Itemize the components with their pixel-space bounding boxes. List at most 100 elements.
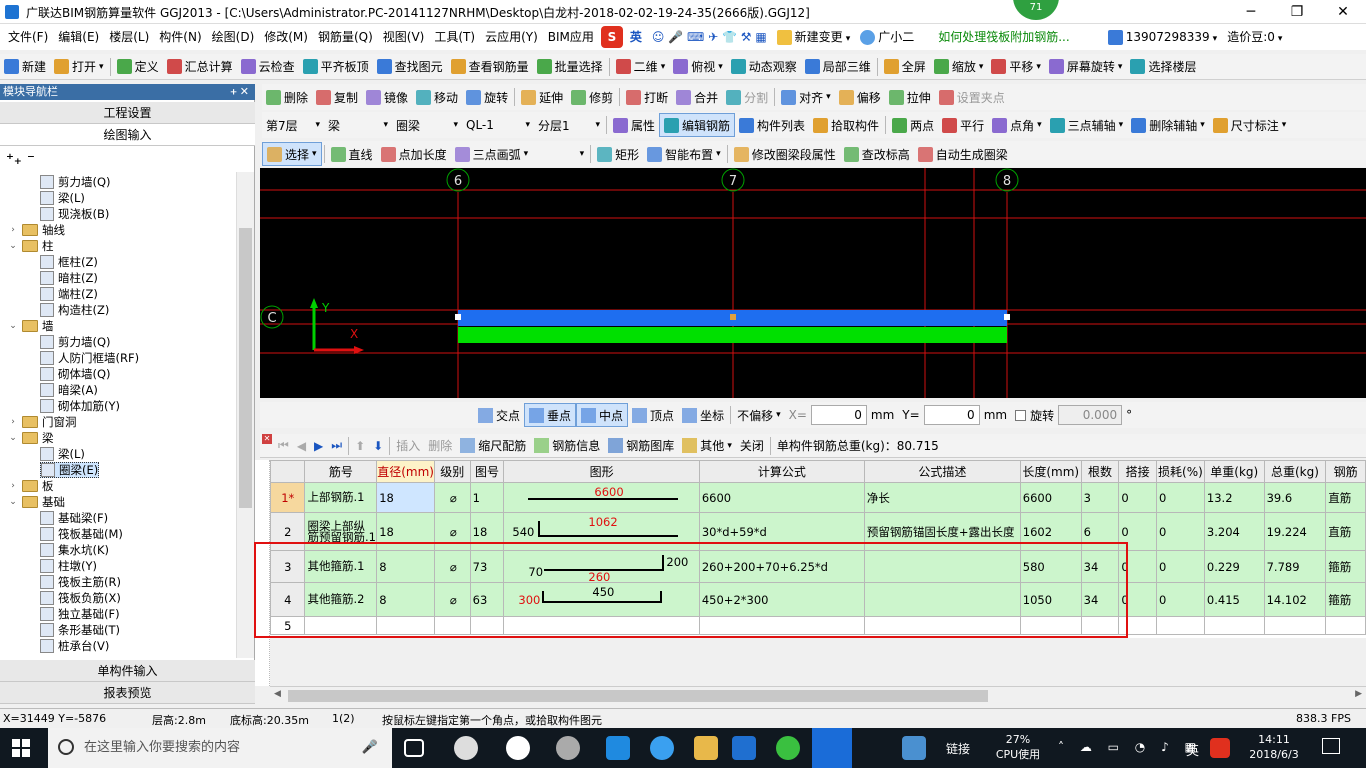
cell-type[interactable]: 箍筋: [1325, 550, 1366, 583]
cell-name[interactable]: 其他箍筋.1: [304, 550, 378, 583]
grip-point[interactable]: [730, 314, 736, 320]
cell-lap[interactable]: [1118, 616, 1157, 635]
cell-desc[interactable]: 净长: [863, 482, 1021, 513]
cell-shape[interactable]: 70 200 260: [503, 550, 700, 583]
toolbar1-button-10[interactable]: 俯视 ▾: [669, 55, 727, 79]
tree-item[interactable]: 筏板负筋(X): [40, 590, 121, 606]
snap-button-4[interactable]: 坐标: [678, 403, 728, 427]
drawing-svg[interactable]: 6 7 8 C Y X: [260, 168, 1366, 398]
tree-item[interactable]: 人防门框墙(RF): [40, 350, 139, 366]
tree-scrollbar[interactable]: [236, 172, 254, 658]
new-change-menu[interactable]: 新建变更 ▾: [772, 24, 856, 50]
column-header-2[interactable]: 级别: [433, 460, 471, 483]
row-number[interactable]: 1*: [270, 482, 306, 513]
component-button-5[interactable]: 平行: [938, 113, 988, 137]
cell-dia[interactable]: 18: [376, 482, 435, 513]
edit-button-0[interactable]: 删除: [262, 85, 312, 109]
close-table-button[interactable]: 关闭: [736, 434, 768, 458]
cell-shape[interactable]: [503, 616, 700, 635]
draw-button-1[interactable]: 直线: [327, 142, 377, 166]
toolbar1-button-16[interactable]: 屏幕旋转 ▾: [1045, 55, 1127, 79]
close-icon[interactable]: ✕: [1320, 0, 1366, 24]
first-record-icon[interactable]: ⏮: [274, 434, 293, 458]
cell-desc[interactable]: 预留钢筋锚固长度+露出长度: [863, 512, 1021, 551]
pin-close-icon[interactable]: ᚐ ✕: [231, 84, 249, 100]
next-record-icon[interactable]: ▶: [310, 434, 327, 458]
chevron-down-icon[interactable]: ⌄: [8, 318, 18, 334]
cell-grade[interactable]: ⌀: [433, 582, 471, 617]
assistant-button[interactable]: 广小二: [855, 24, 919, 50]
chevron-down-icon[interactable]: ⌄: [8, 494, 18, 510]
tree-item[interactable]: › 板: [8, 478, 53, 494]
column-header-4[interactable]: 图形: [503, 460, 700, 483]
app-fan-icon[interactable]: [454, 736, 478, 760]
notification-badge[interactable]: 71: [1013, 0, 1059, 20]
microphone-icon[interactable]: 🎤: [362, 728, 378, 768]
browser-e-icon[interactable]: [506, 736, 530, 760]
edit-button-9[interactable]: 分割: [722, 85, 772, 109]
row-number[interactable]: 3: [270, 550, 306, 583]
cell-unit[interactable]: 0.229: [1203, 550, 1265, 583]
edit-button-1[interactable]: 复制: [312, 85, 362, 109]
cell-cnt[interactable]: [1080, 616, 1120, 635]
toolbar1-button-7[interactable]: 查看钢筋量: [447, 55, 533, 79]
cell-loss[interactable]: 0: [1155, 550, 1205, 583]
cell-name[interactable]: [304, 616, 378, 635]
tree-item[interactable]: ⌄ 墙: [8, 318, 53, 334]
draw-button-3[interactable]: 三点画弧 ▾: [451, 142, 533, 166]
cell-lap[interactable]: 0: [1118, 512, 1157, 551]
rotate-input[interactable]: 0.000: [1058, 405, 1123, 425]
type-select[interactable]: 圈梁 ▾: [392, 113, 462, 137]
tree-item[interactable]: 框柱(Z): [40, 254, 98, 270]
scale-rebar-button[interactable]: 缩尺配筋: [456, 434, 530, 458]
tree-item[interactable]: 端柱(Z): [40, 286, 98, 302]
cell-desc[interactable]: [863, 550, 1021, 583]
cell-len[interactable]: [1019, 616, 1082, 635]
tree-item[interactable]: 集水坑(K): [40, 542, 109, 558]
table-row[interactable]: 3 其他箍筋.1 8 ⌀ 73 70 200 260 260+200+70+6.25*d 580 3…: [270, 550, 1366, 583]
cell-len[interactable]: 580: [1019, 550, 1082, 583]
cell-unit[interactable]: 13.2: [1203, 482, 1265, 513]
toolbar1-button-11[interactable]: 动态观察: [727, 55, 801, 79]
draw-button-6[interactable]: 修改圈梁段属性: [730, 142, 840, 166]
column-header-10[interactable]: 损耗(%): [1155, 460, 1205, 483]
cell-formula[interactable]: 260+200+70+6.25*d: [698, 550, 865, 583]
tree-item[interactable]: 独立基础(F): [40, 606, 120, 622]
cell-shape[interactable]: 540 1062: [503, 512, 700, 551]
menu-item-2[interactable]: 楼层(L): [104, 24, 154, 50]
expand-collapse-icon[interactable]: ⁺₊ ⁻: [6, 150, 35, 168]
drawing-canvas[interactable]: 6 7 8 C Y X: [260, 168, 1366, 398]
edit-button-11[interactable]: 偏移: [835, 85, 885, 109]
column-header-5[interactable]: 计算公式: [698, 460, 865, 483]
tree-item[interactable]: 暗梁(A): [40, 382, 98, 398]
table-hscrollbar[interactable]: ◀ ▶: [270, 686, 1366, 704]
links-toolbar[interactable]: 链接: [946, 740, 970, 757]
cell-total[interactable]: 39.6: [1263, 482, 1327, 513]
cell-name[interactable]: 圈梁上部纵筋预留钢筋.1: [304, 512, 378, 551]
cell-len[interactable]: 1602: [1019, 512, 1082, 551]
menu-item-10[interactable]: BIM应用: [543, 24, 599, 50]
edit-button-8[interactable]: 合并: [672, 85, 722, 109]
tray-sogou-icon[interactable]: [1210, 738, 1230, 758]
edit-button-12[interactable]: 拉伸: [885, 85, 935, 109]
toolbar1-button-14[interactable]: 缩放 ▾: [930, 55, 988, 79]
cell-dia[interactable]: [376, 616, 435, 635]
maximize-icon[interactable]: ❐: [1274, 0, 1320, 24]
floor-select[interactable]: 第7层 ▾: [262, 113, 324, 137]
column-header-1[interactable]: 直径(mm): [376, 460, 435, 483]
move-up-icon[interactable]: ⬆: [351, 434, 369, 458]
column-header-7[interactable]: 长度(mm): [1019, 460, 1082, 483]
edit-button-10[interactable]: 对齐 ▾: [777, 85, 835, 109]
y-input[interactable]: 0: [923, 405, 980, 425]
toolbar1-button-12[interactable]: 局部三维: [801, 55, 875, 79]
ie-icon[interactable]: [650, 736, 674, 760]
row-number[interactable]: 4: [270, 582, 306, 617]
component-button-0[interactable]: 属性: [609, 113, 659, 137]
cell-len[interactable]: 6600: [1019, 482, 1082, 513]
ime-tools-icon[interactable]: ☺ 🎤 ⌨ ✈ 👕 ⚒ ▦: [647, 24, 772, 50]
cell-grade[interactable]: ⌀: [433, 550, 471, 583]
toolbar1-button-1[interactable]: 打开 ▾: [50, 55, 108, 79]
snap-button-2[interactable]: 中点: [576, 403, 629, 427]
tree-item[interactable]: 砌体墙(Q): [40, 366, 111, 382]
last-record-icon[interactable]: ⏭: [327, 434, 346, 458]
